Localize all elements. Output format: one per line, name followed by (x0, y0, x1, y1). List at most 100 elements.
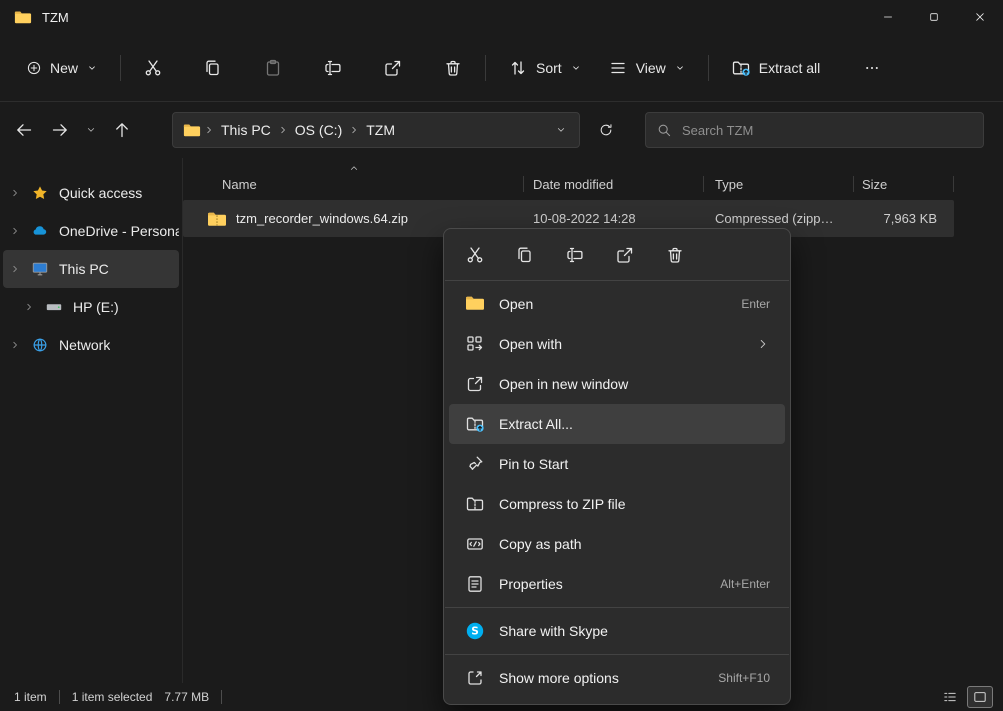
zip-file-icon (207, 210, 227, 227)
context-menu-item-share-with-skype[interactable]: S Share with Skype (449, 611, 785, 651)
properties-icon (465, 574, 485, 594)
sort-label: Sort (536, 60, 562, 76)
menu-item-label: Open with (499, 336, 756, 352)
sidebar-item-label: Quick access (59, 185, 142, 201)
window-controls (865, 0, 1003, 34)
copy-icon (515, 245, 535, 265)
column-label: Size (862, 177, 887, 192)
column-label: Date modified (533, 177, 613, 192)
column-header-name[interactable]: Name (183, 168, 524, 200)
drive-icon (45, 298, 63, 316)
file-explorer-window: { "window": { "title": "TZM" }, "toolbar… (0, 0, 1003, 711)
sidebar-item-onedrive[interactable]: OneDrive - Persona (3, 212, 179, 250)
column-header-size[interactable]: Size (854, 168, 954, 200)
recent-locations-button[interactable] (78, 112, 104, 148)
delete-button[interactable] (433, 48, 473, 88)
file-size: 7,963 KB (854, 211, 954, 226)
item-count: 1 item (14, 690, 47, 704)
share-button[interactable] (373, 48, 413, 88)
cut-button[interactable] (457, 237, 493, 273)
chevron-right-icon (9, 225, 21, 237)
context-menu-item-compress-to-zip[interactable]: Compress to ZIP file (449, 484, 785, 524)
cloud-icon (31, 222, 49, 240)
see-more-button[interactable] (852, 48, 892, 88)
folder-icon (14, 9, 32, 25)
address-bar[interactable]: This PC OS (C:) TZM (172, 112, 580, 148)
extract-all-icon (465, 414, 485, 434)
view-button[interactable]: View (598, 48, 696, 88)
paste-button[interactable] (253, 48, 293, 88)
context-menu-item-copy-as-path[interactable]: Copy as path (449, 524, 785, 564)
context-menu-item-pin-to-start[interactable]: Pin to Start (449, 444, 785, 484)
context-menu-item-open[interactable]: Open Enter (449, 284, 785, 324)
sort-button[interactable]: Sort (498, 48, 592, 88)
share-icon (383, 58, 403, 78)
cut-button[interactable] (133, 48, 173, 88)
chevron-right-icon (23, 301, 35, 313)
menu-item-label: Show more options (499, 670, 718, 686)
cut-icon (465, 245, 485, 265)
sidebar: Quick access OneDrive - Persona This PC … (0, 158, 183, 683)
ellipsis-icon (864, 60, 880, 76)
copy-icon (203, 58, 223, 78)
menu-item-shortcut: Shift+F10 (718, 671, 770, 685)
extract-all-button[interactable]: Extract all (721, 48, 830, 88)
details-view-button[interactable] (937, 686, 963, 708)
sidebar-item-label: OneDrive - Persona (59, 223, 179, 239)
chevron-down-icon (86, 62, 98, 74)
rename-button[interactable] (557, 237, 593, 273)
large-icons-view-button[interactable] (967, 686, 993, 708)
sidebar-item-this-pc[interactable]: This PC (3, 250, 179, 288)
share-button[interactable] (607, 237, 643, 273)
column-headers: Name Date modified Type Size (183, 168, 954, 200)
maximize-button[interactable] (911, 0, 957, 34)
context-menu-item-open-in-new-window[interactable]: Open in new window (449, 364, 785, 404)
address-dropdown-button[interactable] (547, 115, 575, 145)
view-icon (608, 58, 628, 78)
back-button[interactable] (6, 112, 42, 148)
delete-button[interactable] (657, 237, 693, 273)
chevron-right-icon (9, 339, 21, 351)
close-button[interactable] (957, 0, 1003, 34)
copy-button[interactable] (507, 237, 543, 273)
context-menu-item-open-with[interactable]: Open with (449, 324, 785, 364)
chevron-right-icon (348, 124, 360, 136)
context-menu-item-show-more-options[interactable]: Show more options Shift+F10 (449, 658, 785, 698)
menu-divider (445, 607, 789, 608)
up-button[interactable] (104, 112, 140, 148)
sidebar-item-network[interactable]: Network (3, 326, 179, 364)
column-header-date-modified[interactable]: Date modified (524, 168, 704, 200)
share-icon (615, 245, 635, 265)
skype-icon: S (465, 621, 485, 641)
search-input[interactable] (682, 123, 973, 138)
new-window-icon (465, 374, 485, 394)
breadcrumb-tzm[interactable]: TZM (362, 122, 399, 138)
refresh-button[interactable] (588, 112, 624, 148)
view-label: View (636, 60, 666, 76)
menu-item-label: Open in new window (499, 376, 770, 392)
sidebar-item-quick-access[interactable]: Quick access (3, 174, 179, 212)
compress-zip-icon (465, 494, 485, 514)
context-menu-item-properties[interactable]: Properties Alt+Enter (449, 564, 785, 604)
breadcrumb-os-c[interactable]: OS (C:) (291, 122, 346, 138)
new-button[interactable]: New (16, 48, 108, 88)
maximize-icon (928, 11, 940, 23)
copy-button[interactable] (193, 48, 233, 88)
context-menu-item-extract-all[interactable]: Extract All... (449, 404, 785, 444)
copy-path-icon (465, 534, 485, 554)
chevron-down-icon (85, 124, 97, 136)
column-header-type[interactable]: Type (704, 168, 854, 200)
chevron-right-icon (203, 124, 215, 136)
breadcrumb-this-pc[interactable]: This PC (217, 122, 275, 138)
arrow-up-icon (112, 120, 132, 140)
rename-button[interactable] (313, 48, 353, 88)
sidebar-item-hp-e[interactable]: HP (E:) (3, 288, 179, 326)
forward-button[interactable] (42, 112, 78, 148)
minimize-button[interactable] (865, 0, 911, 34)
menu-item-shortcut: Enter (741, 297, 770, 311)
show-more-options-icon (465, 668, 485, 688)
chevron-right-icon (277, 124, 289, 136)
window-title: TZM (42, 10, 69, 25)
status-divider (221, 690, 222, 704)
menu-item-label: Pin to Start (499, 456, 770, 472)
